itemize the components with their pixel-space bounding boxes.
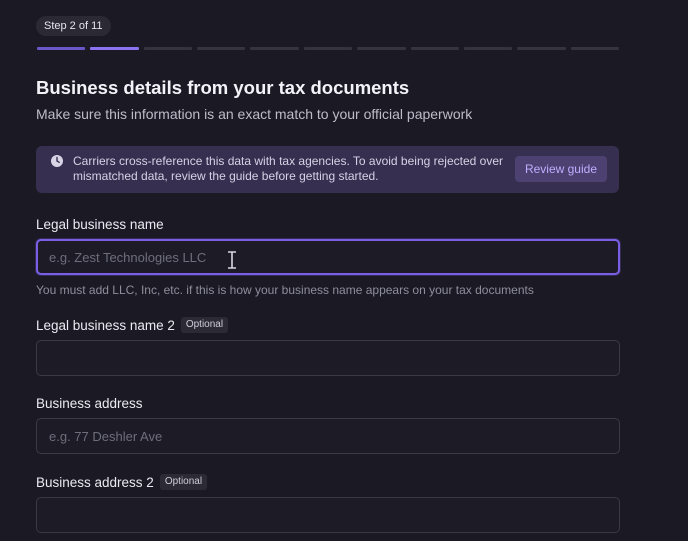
business-address-2-label-text: Business address 2 [36, 474, 154, 490]
page-subtitle: Make sure this information is an exact m… [36, 106, 473, 122]
business-address-2-input[interactable] [36, 497, 620, 533]
legal-business-name-2-input[interactable] [36, 340, 620, 376]
progress-segment [90, 47, 139, 50]
progress-segment [570, 47, 619, 50]
info-notice: Carriers cross-reference this data with … [36, 146, 619, 193]
legal-business-name-input[interactable] [36, 239, 620, 275]
progress-bar [37, 47, 619, 50]
progress-segment [410, 47, 459, 50]
business-address-label: Business address [36, 396, 143, 411]
legal-business-name-label: Legal business name [36, 217, 164, 232]
legal-business-name-label-text: Legal business name [36, 217, 164, 232]
notice-text: Carriers cross-reference this data with … [73, 154, 503, 183]
progress-segment [250, 47, 299, 50]
progress-segment [197, 47, 246, 50]
progress-segment [463, 47, 513, 50]
optional-badge: Optional [159, 474, 208, 490]
step-indicator: Step 2 of 11 [36, 16, 111, 36]
page-title: Business details from your tax documents [36, 77, 410, 98]
business-address-label-text: Business address [36, 396, 143, 411]
progress-segment [357, 47, 406, 50]
onboarding-form-page: Step 2 of 11 Business details from your … [0, 0, 688, 541]
review-guide-button[interactable]: Review guide [514, 156, 607, 182]
progress-segment [517, 47, 566, 50]
optional-badge: Optional [180, 317, 229, 333]
legal-business-name-hint: You must add LLC, Inc, etc. if this is h… [36, 283, 534, 297]
legal-business-name-2-label-text: Legal business name 2 [36, 317, 175, 333]
text-cursor-icon [228, 251, 236, 269]
progress-segment [143, 47, 193, 50]
progress-segment [303, 47, 353, 50]
business-address-input[interactable] [36, 418, 620, 454]
progress-segment [37, 47, 86, 50]
business-address-2-label: Business address 2 Optional [36, 474, 208, 490]
legal-business-name-2-label: Legal business name 2 Optional [36, 317, 229, 333]
clock-icon [51, 155, 63, 167]
